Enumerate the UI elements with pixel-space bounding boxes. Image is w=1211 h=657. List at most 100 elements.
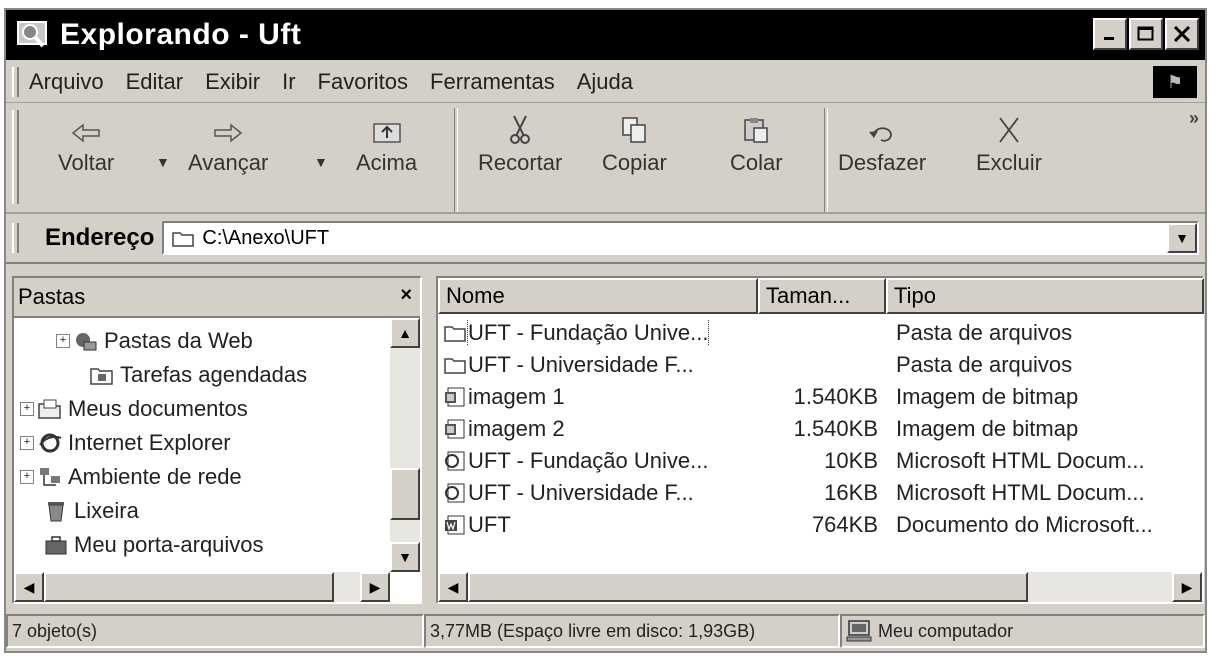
html-document-icon <box>445 451 465 471</box>
column-header-size[interactable]: Taman... <box>758 278 886 314</box>
folders-vertical-scrollbar[interactable]: ▲ ▼ <box>390 318 420 572</box>
toolbar-more-chevron-icon[interactable]: » <box>1189 108 1199 129</box>
status-location-label: Meu computador <box>878 620 1014 641</box>
folder-icon <box>444 326 466 342</box>
back-button[interactable]: Voltar <box>58 112 114 176</box>
folders-horizontal-scrollbar[interactable]: ◀ ▶ <box>14 572 390 602</box>
scroll-right-button[interactable]: ▶ <box>1172 572 1202 602</box>
address-input[interactable]: C:\Anexo\UFT ▼ <box>162 221 1199 255</box>
menu-exibir[interactable]: Exibir <box>205 69 260 95</box>
scroll-thumb[interactable] <box>468 572 1028 602</box>
tree-item-briefcase[interactable]: Meu porta-arquivos <box>44 532 264 558</box>
scroll-thumb[interactable] <box>44 572 334 602</box>
address-value: C:\Anexo\UFT <box>202 226 330 249</box>
column-header-type[interactable]: Tipo <box>886 278 1204 314</box>
folders-pane: Pastas × + Pastas da Web Tarefas agendad… <box>12 276 422 604</box>
expand-plus-icon[interactable]: + <box>20 402 34 416</box>
tree-item-web-folders[interactable]: + Pastas da Web <box>56 328 253 354</box>
arrow-right-icon: ▶ <box>369 578 381 595</box>
forward-arrow-icon <box>214 123 243 143</box>
scroll-thumb[interactable] <box>390 468 420 520</box>
toolbar-grip[interactable] <box>12 110 19 204</box>
file-row[interactable]: UFT - Fundação Unive... Pasta de arquivo… <box>438 320 1202 352</box>
menu-favoritos[interactable]: Favoritos <box>318 69 408 95</box>
menu-arquivo[interactable]: Arquivo <box>29 69 104 95</box>
file-name: UFT - Universidade F... <box>468 352 694 377</box>
back-label: Voltar <box>58 150 115 175</box>
file-type: Imagem de bitmap <box>896 416 1079 441</box>
expand-plus-icon[interactable]: + <box>20 436 34 450</box>
file-name: UFT <box>468 512 511 537</box>
forward-button[interactable]: Avançar <box>188 112 268 176</box>
files-horizontal-scrollbar[interactable]: ◀ ▶ <box>438 572 1202 602</box>
briefcase-icon <box>45 536 67 555</box>
menu-ir[interactable]: Ir <box>282 69 295 95</box>
back-arrow-icon <box>71 123 100 143</box>
delete-x-icon <box>999 117 1019 143</box>
up-label: Acima <box>356 150 418 175</box>
forward-dropdown-arrow-icon[interactable]: ▼ <box>314 154 328 170</box>
file-name: imagem 1 <box>468 384 565 409</box>
scroll-left-button[interactable]: ◀ <box>14 572 44 602</box>
file-row[interactable]: UFT 764KB Documento do Microsoft... <box>438 512 1202 544</box>
arrow-left-icon: ◀ <box>447 578 459 595</box>
tree-item-my-documents[interactable]: + Meus documentos <box>20 396 248 422</box>
scheduled-tasks-icon <box>90 368 113 385</box>
bitmap-icon <box>445 419 465 439</box>
cut-label: Recortar <box>478 150 563 175</box>
file-row[interactable]: imagem 2 1.540KB Imagem de bitmap <box>438 416 1202 448</box>
file-row[interactable]: UFT - Universidade F... Pasta de arquivo… <box>438 352 1202 384</box>
file-row[interactable]: UFT - Fundação Unive... 10KB Microsoft H… <box>438 448 1202 480</box>
copy-button[interactable]: Copiar <box>602 112 667 176</box>
tree-item-label: Meu porta-arquivos <box>74 532 264 557</box>
tree-item-recycle-bin[interactable]: Lixeira <box>44 498 139 524</box>
web-folders-icon <box>76 333 97 351</box>
arrow-down-icon: ▼ <box>398 549 412 565</box>
address-grip[interactable] <box>12 223 19 253</box>
close-button[interactable] <box>1165 18 1199 50</box>
back-dropdown-arrow-icon[interactable]: ▼ <box>156 154 170 170</box>
tree-item-internet-explorer[interactable]: + Internet Explorer <box>20 430 231 456</box>
scroll-up-button[interactable]: ▲ <box>390 318 420 348</box>
file-size: 16KB <box>824 480 878 505</box>
address-label: Endereço <box>45 224 155 251</box>
paste-button[interactable]: Colar <box>730 112 783 176</box>
folder-icon <box>172 232 195 247</box>
minimize-button[interactable] <box>1093 18 1127 50</box>
maximize-button[interactable] <box>1129 18 1163 50</box>
address-dropdown-button[interactable]: ▼ <box>1167 223 1197 253</box>
file-size: 1.540KB <box>793 384 878 409</box>
arrow-left-icon: ◀ <box>23 578 35 595</box>
cut-button[interactable]: Recortar <box>478 112 562 176</box>
file-type: Imagem de bitmap <box>896 384 1079 409</box>
network-icon <box>40 468 60 486</box>
tree-item-label: Tarefas agendadas <box>120 362 308 387</box>
scroll-left-button[interactable]: ◀ <box>438 572 468 602</box>
folders-close-button[interactable]: × <box>400 284 412 307</box>
file-row[interactable]: UFT - Universidade F... 16KB Microsoft H… <box>438 480 1202 512</box>
undo-button[interactable]: Desfazer <box>838 112 926 176</box>
folder-icon <box>444 358 466 374</box>
tree-item-scheduled-tasks[interactable]: Tarefas agendadas <box>90 362 307 388</box>
maximize-icon <box>1137 26 1154 41</box>
file-type: Pasta de arquivos <box>896 320 1073 345</box>
menu-ferramentas[interactable]: Ferramentas <box>430 69 555 95</box>
up-button[interactable]: Acima <box>356 112 417 176</box>
column-header-name[interactable]: Nome <box>438 278 758 314</box>
file-size: 10KB <box>824 448 878 473</box>
expand-plus-icon[interactable]: + <box>56 334 70 348</box>
delete-label: Excluir <box>976 150 1043 175</box>
tree-item-label: Meus documentos <box>68 396 248 421</box>
scroll-down-button[interactable]: ▼ <box>390 542 420 572</box>
tree-item-network[interactable]: + Ambiente de rede <box>20 464 242 490</box>
scroll-right-button[interactable]: ▶ <box>360 572 390 602</box>
folders-pane-header: Pastas × <box>14 278 420 318</box>
menu-ajuda[interactable]: Ajuda <box>577 69 633 95</box>
menu-editar[interactable]: Editar <box>126 69 183 95</box>
file-row[interactable]: imagem 1 1.540KB Imagem de bitmap <box>438 384 1202 416</box>
title-bar[interactable]: Explorando - Uft <box>6 10 1205 60</box>
delete-button[interactable]: Excluir <box>976 112 1042 176</box>
menu-grip[interactable] <box>12 67 19 97</box>
expand-plus-icon[interactable]: + <box>20 470 34 484</box>
tree-item-label: Lixeira <box>74 498 139 523</box>
